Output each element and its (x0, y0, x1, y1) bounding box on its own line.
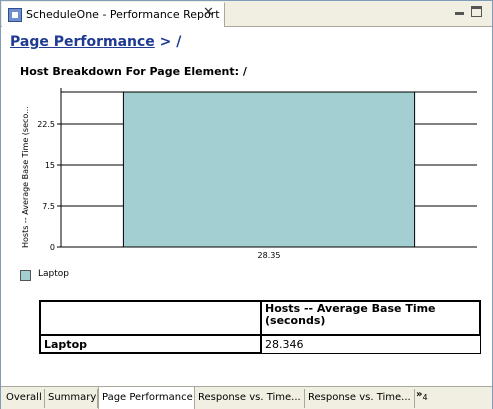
y-tick-label: 15 (45, 161, 55, 170)
x-tick-label: 28.35 (258, 251, 281, 260)
tab-response-vs-time-2[interactable]: Response vs. Time... (305, 389, 415, 408)
editor-tab[interactable]: ScheduleOne - Performance Report ✕ (2, 2, 225, 27)
page-title: Page Performance > / (10, 34, 181, 50)
report-icon (8, 8, 22, 22)
title-bar: ScheduleOne - Performance Report ✕ (1, 1, 492, 27)
report-tab-bar: Overall Summary Page Performance Respons… (1, 386, 492, 409)
close-icon[interactable]: ✕ (203, 5, 214, 20)
table-cell-value: 28.346 (260, 334, 481, 354)
y-tick-label: 22.5 (37, 120, 55, 129)
page-performance-link[interactable]: Page Performance (10, 34, 155, 50)
tab-page-performance[interactable]: Page Performance (98, 387, 195, 409)
window-title: ScheduleOne - Performance Report (26, 8, 220, 21)
y-tick-label: 7.5 (42, 202, 55, 211)
tab-summary[interactable]: Summary (45, 389, 98, 408)
maximize-icon[interactable] (471, 6, 482, 17)
overflow-count: 4 (422, 393, 428, 402)
tab-response-vs-time-1[interactable]: Response vs. Time... (195, 389, 305, 408)
tab-overflow-button[interactable]: »4 (416, 389, 428, 402)
y-axis-label: Hosts -- Average Base Time (seco... (21, 106, 30, 248)
bar-chart: 0 7.5 15 22.5 28.35 Hosts -- Average Base Ti… (21, 88, 477, 260)
table-row-label: Laptop (39, 334, 262, 354)
page-title-suffix: > / (154, 34, 182, 50)
minimize-icon[interactable] (454, 6, 465, 17)
chart-title: Host Breakdown For Page Element: / (20, 65, 247, 78)
table-corner-cell (39, 300, 262, 336)
table-column-header: Hosts -- Average Base Time (seconds) (260, 300, 481, 336)
table-row: Laptop 28.346 (39, 334, 481, 354)
report-window: ScheduleOne - Performance Report ✕ Page … (0, 0, 493, 409)
data-table: Hosts -- Average Base Time (seconds) Lap… (39, 300, 481, 354)
tab-overall[interactable]: Overall (3, 389, 45, 408)
y-tick-label: 0 (50, 243, 55, 252)
legend-swatch-laptop (20, 270, 31, 281)
legend-label-laptop: Laptop (38, 269, 69, 279)
bar-laptop (122, 91, 416, 248)
table-header-row: Hosts -- Average Base Time (seconds) (39, 300, 481, 336)
